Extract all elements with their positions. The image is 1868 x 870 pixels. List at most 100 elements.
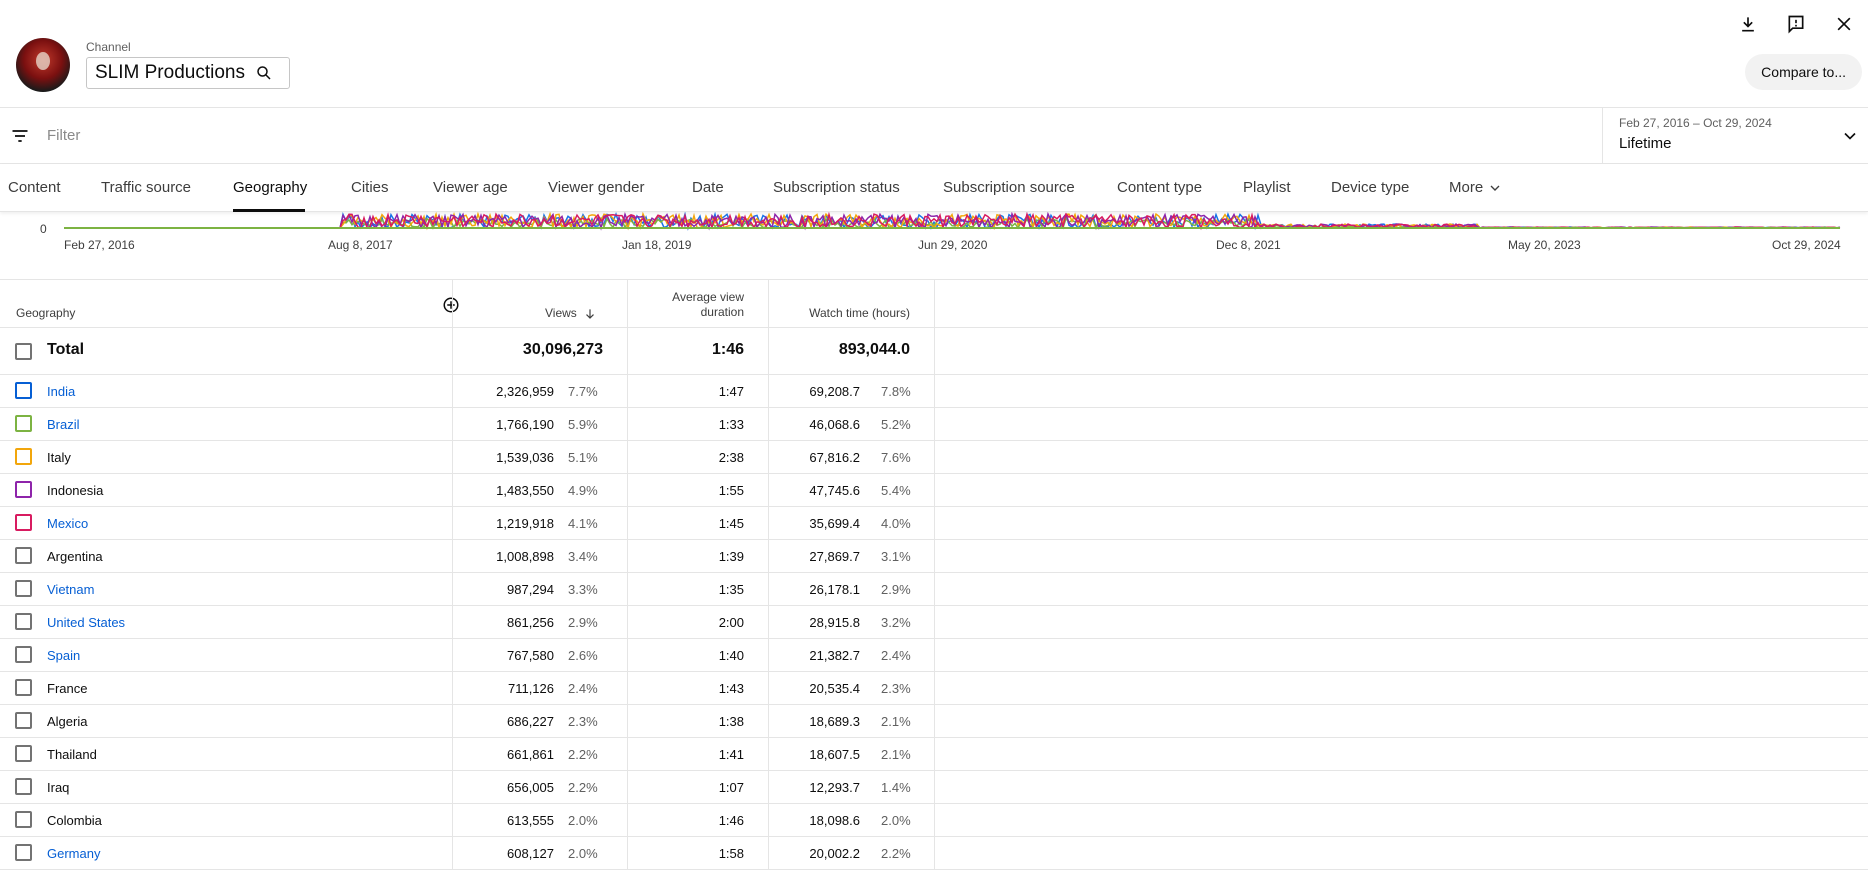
views-value: 656,005 xyxy=(507,780,554,795)
row-checkbox[interactable] xyxy=(15,745,32,762)
watch-time-value: 18,607.5 xyxy=(809,747,860,762)
views-percent: 3.3% xyxy=(568,582,598,597)
views-value: 1,219,918 xyxy=(496,516,554,531)
tab-viewer-gender[interactable]: Viewer gender xyxy=(548,179,644,196)
country-name[interactable]: Mexico xyxy=(47,516,88,531)
country-name[interactable]: India xyxy=(47,384,75,399)
watch-time-percent: 7.8% xyxy=(881,384,911,399)
feedback-button[interactable] xyxy=(1772,6,1820,42)
table-row: United States 861,256 2.9% 2:00 28,915.8 3.2% xyxy=(0,606,1868,639)
row-checkbox[interactable] xyxy=(15,382,32,399)
views-value: 613,555 xyxy=(507,813,554,828)
country-name: Argentina xyxy=(47,549,103,564)
tab-geography[interactable]: Geography xyxy=(233,179,307,196)
watch-time-percent: 5.4% xyxy=(881,483,911,498)
views-percent: 2.2% xyxy=(568,747,598,762)
tab-date[interactable]: Date xyxy=(692,179,724,196)
country-name: Colombia xyxy=(47,813,102,828)
tab-more[interactable]: More xyxy=(1449,179,1503,196)
country-name[interactable]: Brazil xyxy=(47,417,80,432)
date-range-picker[interactable]: Feb 27, 2016 – Oct 29, 2024 Lifetime xyxy=(1602,108,1868,164)
download-icon xyxy=(1742,17,1754,32)
x-tick-label: May 20, 2023 xyxy=(1508,238,1581,252)
tab-subscription-status[interactable]: Subscription status xyxy=(773,179,900,196)
row-checkbox[interactable] xyxy=(15,844,32,861)
watch-time-value: 35,699.4 xyxy=(809,516,860,531)
views-value: 711,126 xyxy=(507,681,554,696)
country-name[interactable]: Vietnam xyxy=(47,582,94,597)
column-header-avg-view-duration[interactable]: Average view duration xyxy=(640,290,744,320)
compare-button[interactable]: Compare to... xyxy=(1745,54,1862,90)
avg-duration-value: 1:40 xyxy=(718,648,744,663)
tab-subscription-source[interactable]: Subscription source xyxy=(943,179,1075,196)
table-row: France 711,126 2.4% 1:43 20,535.4 2.3% xyxy=(0,672,1868,705)
watch-time-value: 46,068.6 xyxy=(809,417,860,432)
views-value: 861,256 xyxy=(507,615,554,630)
tab-cities[interactable]: Cities xyxy=(351,179,389,196)
add-metric-icon[interactable] xyxy=(442,296,460,314)
download-button[interactable] xyxy=(1724,6,1772,42)
avg-duration-value: 1:43 xyxy=(718,681,744,696)
total-checkbox[interactable] xyxy=(15,343,32,360)
avg-duration-value: 1:55 xyxy=(718,483,744,498)
tab-traffic-source[interactable]: Traffic source xyxy=(101,179,191,196)
watch-time-percent: 7.6% xyxy=(881,450,911,465)
country-name: Italy xyxy=(47,450,71,465)
avg-duration-value: 2:00 xyxy=(718,615,744,630)
row-checkbox[interactable] xyxy=(15,778,32,795)
row-checkbox[interactable] xyxy=(15,514,32,531)
filter-input[interactable]: Filter xyxy=(47,127,80,144)
table-row: Indonesia 1,483,550 4.9% 1:55 47,745.6 5.4% xyxy=(0,474,1868,507)
views-percent: 2.0% xyxy=(568,813,598,828)
tab-device-type[interactable]: Device type xyxy=(1331,179,1409,196)
total-views: 30,096,273 xyxy=(522,341,603,358)
row-checkbox[interactable] xyxy=(15,580,32,597)
table-row: Germany 608,127 2.0% 1:58 20,002.2 2.2% xyxy=(0,837,1868,870)
avg-header-line1: Average view xyxy=(672,290,744,304)
date-range-text: Feb 27, 2016 – Oct 29, 2024 xyxy=(1619,116,1772,130)
channel-header: Channel SLIM Productions Compare to... xyxy=(0,0,1868,108)
tab-viewer-age[interactable]: Viewer age xyxy=(433,179,508,196)
row-checkbox[interactable] xyxy=(15,646,32,663)
filter-icon[interactable] xyxy=(10,126,30,146)
views-percent: 2.2% xyxy=(568,780,598,795)
column-header-watch-time[interactable]: Watch time (hours) xyxy=(770,306,910,321)
table-row: Mexico 1,219,918 4.1% 1:45 35,699.4 4.0% xyxy=(0,507,1868,540)
views-value: 608,127 xyxy=(507,846,554,861)
watch-time-percent: 4.0% xyxy=(881,516,911,531)
table-row: Argentina 1,008,898 3.4% 1:39 27,869.7 3.1% xyxy=(0,540,1868,573)
views-percent: 2.4% xyxy=(568,681,598,696)
views-percent: 2.6% xyxy=(568,648,598,663)
row-checkbox[interactable] xyxy=(15,448,32,465)
watch-time-value: 18,098.6 xyxy=(809,813,860,828)
table-row: Italy 1,539,036 5.1% 2:38 67,816.2 7.6% xyxy=(0,441,1868,474)
row-checkbox[interactable] xyxy=(15,481,32,498)
watch-time-percent: 2.4% xyxy=(881,648,911,663)
column-header-views[interactable]: Views xyxy=(545,306,597,321)
close-button[interactable] xyxy=(1820,6,1868,42)
sort-arrow-down-icon xyxy=(585,308,594,319)
row-checkbox[interactable] xyxy=(15,679,32,696)
channel-selector[interactable]: SLIM Productions xyxy=(86,57,290,89)
row-checkbox[interactable] xyxy=(15,811,32,828)
row-checkbox[interactable] xyxy=(15,415,32,432)
country-name[interactable]: United States xyxy=(47,615,125,630)
country-name[interactable]: Spain xyxy=(47,648,80,663)
views-value: 1,483,550 xyxy=(496,483,554,498)
country-name[interactable]: Germany xyxy=(47,846,100,861)
row-checkbox[interactable] xyxy=(15,712,32,729)
watch-time-value: 28,915.8 xyxy=(809,615,860,630)
row-checkbox[interactable] xyxy=(15,613,32,630)
tab-content-type[interactable]: Content type xyxy=(1117,179,1202,196)
avg-header-line2: duration xyxy=(700,305,744,319)
watch-time-percent: 5.2% xyxy=(881,417,911,432)
channel-name: SLIM Productions xyxy=(95,62,245,83)
country-name: Indonesia xyxy=(47,483,104,498)
watch-time-value: 18,689.3 xyxy=(809,714,860,729)
row-checkbox[interactable] xyxy=(15,547,32,564)
dimension-tabs: Content Traffic source Geography Cities … xyxy=(0,164,1868,212)
tab-playlist[interactable]: Playlist xyxy=(1243,179,1291,196)
avg-duration-value: 1:07 xyxy=(718,780,744,795)
tab-content[interactable]: Content xyxy=(8,179,61,196)
total-watch-time: 893,044.0 xyxy=(838,341,910,358)
